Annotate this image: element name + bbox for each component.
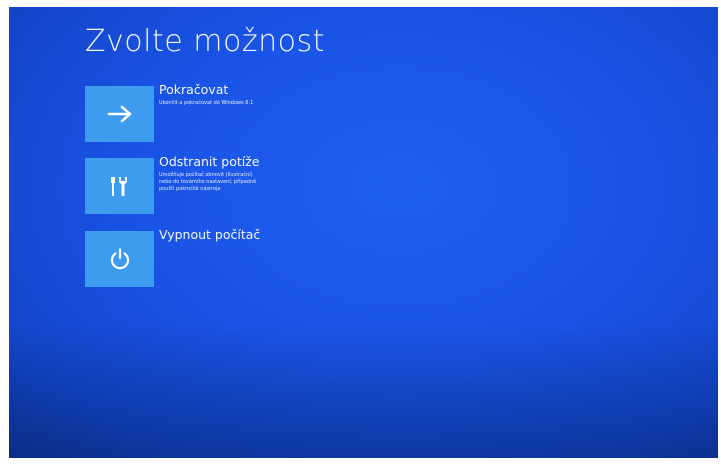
page-title: Zvolte možnost [85,24,325,59]
troubleshoot-label: Odstranit potíže [159,154,260,169]
continue-label: Pokračovat [159,82,229,97]
recovery-screen: Zvolte možnost Pokračovat Ukončit a pokr… [9,7,718,458]
troubleshoot-description: Umožňuje počítač obnovit (ilustrační) ne… [159,172,257,192]
continue-description: Ukončit a pokračovat do Windows 8.1 [159,100,254,106]
shutdown-option[interactable]: Vypnout počítač [85,227,329,287]
troubleshoot-tile[interactable] [85,158,154,214]
power-icon [108,247,132,271]
tools-icon [109,174,131,198]
continue-tile[interactable] [85,86,154,142]
arrow-right-icon [107,105,133,123]
shutdown-label: Vypnout počítač [159,227,261,242]
shutdown-tile[interactable] [85,231,154,287]
continue-option[interactable]: Pokračovat Ukončit a pokračovat do Windo… [85,82,329,142]
troubleshoot-option[interactable]: Odstranit potíže Umožňuje počítač obnovi… [85,154,329,214]
